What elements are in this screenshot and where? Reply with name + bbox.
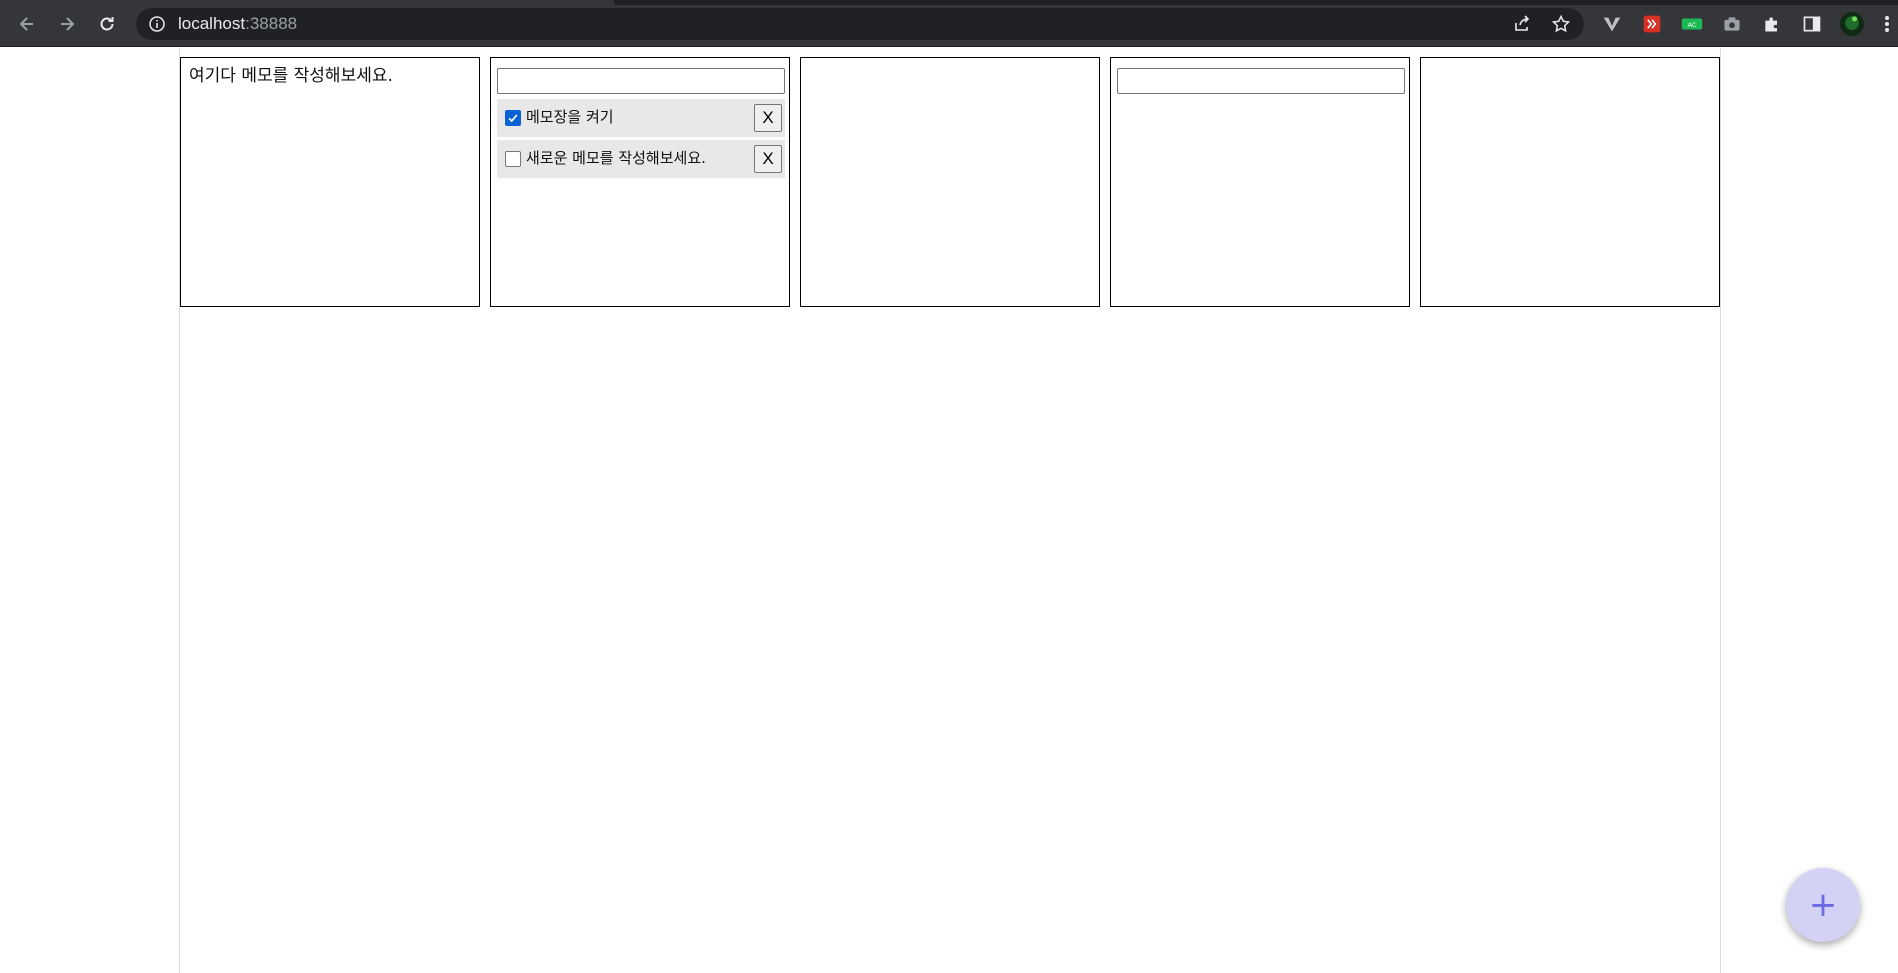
todo-input[interactable] [497, 68, 785, 94]
todo-label: 메모장을 켜기 [526, 108, 614, 126]
side-panel-icon[interactable] [1800, 12, 1824, 36]
arrow-left-icon [19, 17, 33, 31]
reload-icon [100, 17, 114, 31]
arrow-right-icon [61, 17, 75, 31]
plus-icon: + [1808, 885, 1838, 925]
reload-button[interactable] [92, 10, 122, 38]
browser-toolbar: localhost:38888 AC [0, 0, 1898, 47]
forward-button[interactable] [52, 10, 82, 38]
share-icon[interactable] [1512, 14, 1532, 34]
extensions-puzzle-icon[interactable] [1760, 12, 1784, 36]
todo-input[interactable] [1117, 68, 1405, 94]
add-memo-button[interactable]: + [1786, 868, 1860, 942]
active-tab[interactable] [0, 0, 614, 5]
camera-icon[interactable] [1720, 12, 1744, 36]
memo-card-todo-empty[interactable] [1110, 57, 1410, 307]
back-button[interactable] [12, 10, 42, 38]
url-port: :38888 [245, 14, 298, 33]
profile-avatar-icon[interactable] [1840, 12, 1864, 36]
todo-checkbox-checked[interactable] [505, 110, 521, 126]
todo-delete-button[interactable]: X [754, 145, 782, 173]
memo-card-empty[interactable] [1420, 57, 1720, 307]
memo-card-empty[interactable] [800, 57, 1100, 307]
address-bar[interactable]: localhost:38888 [136, 8, 1584, 40]
extension-ac-icon[interactable]: AC [1680, 12, 1704, 36]
svg-text:AC: AC [1688, 21, 1697, 29]
bookmark-star-icon[interactable] [1551, 14, 1571, 34]
memo-text[interactable]: 여기다 메모를 작성해보세요. [189, 64, 393, 88]
memo-card-todo[interactable]: 메모장을 켜기 X 새로운 메모를 작성해보세요. X [490, 57, 790, 307]
info-icon[interactable] [148, 15, 166, 33]
todo-item[interactable]: 새로운 메모를 작성해보세요. X [497, 140, 785, 178]
todo-checkbox[interactable] [505, 151, 521, 167]
memo-board: 여기다 메모를 작성해보세요. 메모장을 켜기 X 새로운 메모를 작성해보세요… [179, 48, 1721, 973]
todo-delete-button[interactable]: X [754, 104, 782, 132]
memo-card-text[interactable]: 여기다 메모를 작성해보세요. [180, 57, 480, 307]
url-host: localhost [178, 14, 246, 33]
extension-red-icon[interactable] [1640, 12, 1664, 36]
menu-kebab-icon[interactable] [1880, 12, 1894, 36]
tab-strip [0, 0, 1898, 5]
extension-v-icon[interactable] [1600, 12, 1624, 36]
checkmark-icon [508, 114, 518, 123]
todo-item[interactable]: 메모장을 켜기 X [497, 99, 785, 137]
url-text[interactable]: localhost:38888 [178, 14, 297, 34]
todo-label: 새로운 메모를 작성해보세요. [526, 149, 706, 167]
page-content: 여기다 메모를 작성해보세요. 메모장을 켜기 X 새로운 메모를 작성해보세요… [0, 48, 1898, 973]
